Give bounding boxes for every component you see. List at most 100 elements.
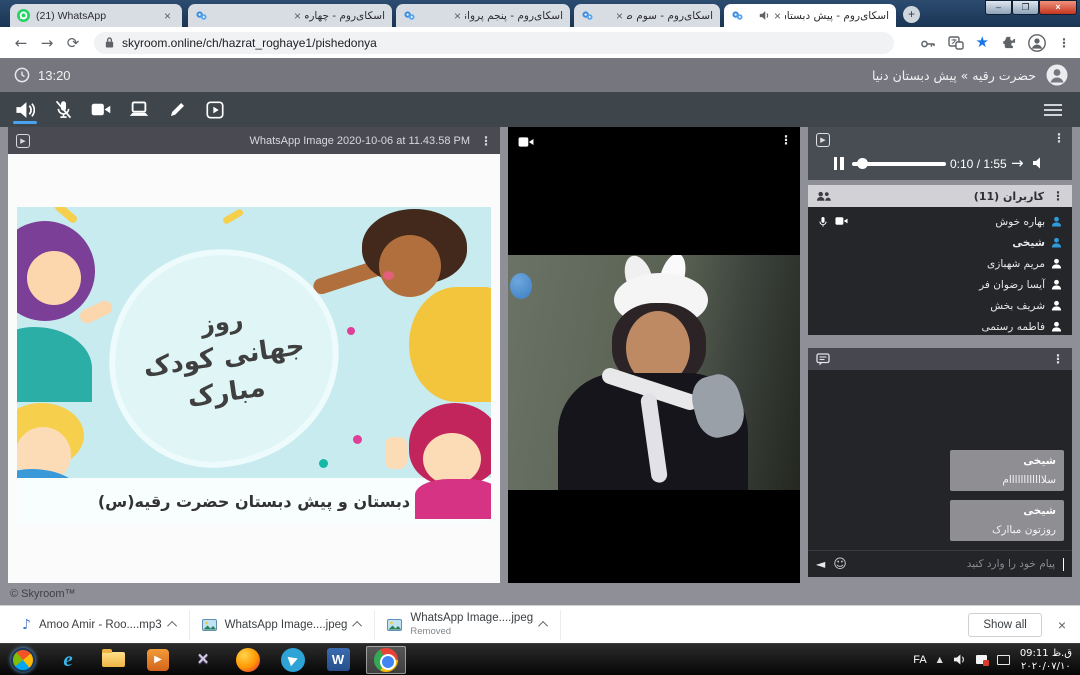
- whiteboard-button[interactable]: [158, 92, 196, 127]
- taskbar-chrome-active[interactable]: [366, 646, 406, 674]
- back-button[interactable]: ←: [8, 34, 34, 52]
- tab-close-icon[interactable]: ×: [164, 10, 171, 22]
- download-file-name: WhatsApp Image....jpeg: [410, 612, 533, 626]
- download-status: Removed: [410, 626, 533, 637]
- tab-skyroom-active[interactable]: × اسکای‌روم - پیش دبستان دنیا: [724, 4, 896, 27]
- password-key-icon[interactable]: [920, 36, 936, 50]
- browser-tab-strip: (21) WhatsApp × × اسکای‌روم - چهارم نسری…: [0, 0, 1080, 27]
- tab-close-icon[interactable]: ×: [294, 10, 301, 22]
- tab-whatsapp[interactable]: (21) WhatsApp ×: [10, 4, 182, 27]
- downloads-close-icon[interactable]: ×: [1058, 617, 1066, 633]
- tray-clock[interactable]: 09:11 ق.ظ ۲۰۲۰/۰۷/۱۰: [1020, 647, 1072, 673]
- user-avatar-icon[interactable]: [1046, 64, 1068, 86]
- user-person-icon: [1051, 321, 1062, 332]
- tab-close-icon[interactable]: ×: [454, 10, 461, 22]
- taskbar-file-explorer[interactable]: [96, 646, 130, 674]
- extensions-puzzle-icon[interactable]: [1001, 35, 1016, 50]
- taskbar-firefox[interactable]: [231, 646, 265, 674]
- window-minimize-button[interactable]: –: [985, 0, 1012, 15]
- taskbar-internet-explorer[interactable]: e: [51, 646, 85, 674]
- skyroom-copyright: © Skyroom™: [10, 588, 76, 600]
- tab-skyroom-2[interactable]: × اسکای‌روم - پنجم پروانه: [396, 4, 570, 27]
- window-maximize-button[interactable]: ❐: [1012, 0, 1039, 15]
- panel-menu-icon[interactable]: ⋮: [1053, 132, 1065, 144]
- download-chevron-icon[interactable]: [167, 621, 177, 631]
- network-display-icon[interactable]: [997, 655, 1010, 665]
- hidden-icons-chevron[interactable]: ▲: [937, 655, 943, 664]
- tray-volume-icon[interactable]: [953, 654, 966, 665]
- new-tab-button[interactable]: +: [903, 6, 920, 23]
- taskbar-media-player[interactable]: ▶: [141, 646, 175, 674]
- download-item-jpeg-1[interactable]: WhatsApp Image....jpeg: [190, 610, 376, 640]
- whatsapp-icon: [17, 9, 30, 22]
- emoji-icon[interactable]: ☺: [833, 557, 847, 572]
- speaker-button[interactable]: [6, 92, 44, 127]
- user-name: مریم شهبازی: [987, 258, 1045, 270]
- panel-menu-icon[interactable]: ⋮: [1052, 353, 1064, 365]
- download-file-name: Amoo Amir - Roo....mp3: [39, 619, 162, 631]
- download-chevron-icon[interactable]: [353, 621, 363, 631]
- lock-icon: [104, 36, 115, 49]
- tab-close-icon[interactable]: ×: [616, 10, 623, 22]
- tab-skyroom-3[interactable]: × اسکای‌روم - سوم صبا: [574, 4, 720, 27]
- tab-skyroom-1[interactable]: × اسکای‌روم - چهارم نسرین: [188, 4, 392, 27]
- greeting-bubble: روز جهانی کودک مبارک: [102, 241, 347, 475]
- reload-button[interactable]: ⟳: [60, 34, 86, 52]
- download-file-name: WhatsApp Image....jpeg: [225, 619, 348, 631]
- word-icon: W: [327, 648, 350, 671]
- download-chevron-icon[interactable]: [538, 621, 548, 631]
- next-track-icon[interactable]: →: [1011, 154, 1024, 172]
- user-row[interactable]: شیخی: [808, 232, 1072, 253]
- browser-menu-icon[interactable]: ⋮: [1058, 37, 1070, 49]
- user-row[interactable]: فاطمه رستمی: [808, 316, 1072, 337]
- microphone-button[interactable]: [44, 92, 82, 127]
- panel-menu-icon[interactable]: ⋮: [1052, 190, 1064, 202]
- show-all-downloads-button[interactable]: Show all: [968, 613, 1041, 637]
- tab-close-icon[interactable]: ×: [774, 10, 781, 22]
- tab-title: اسکای‌روم - پیش دبستان دنیا: [785, 10, 889, 22]
- panel-menu-icon[interactable]: ⋮: [480, 135, 492, 147]
- download-item-mp3[interactable]: ♪ Amoo Amir - Roo....mp3: [10, 610, 190, 640]
- start-button[interactable]: [6, 646, 40, 674]
- player-volume-icon[interactable]: [1032, 157, 1046, 169]
- pause-button[interactable]: [832, 157, 845, 175]
- taskbar-kmplayer[interactable]: ×: [186, 646, 220, 674]
- panel-menu-icon[interactable]: ⋮: [780, 134, 792, 146]
- url-text[interactable]: skyroom.online/ch/hazrat_roghaye1/pished…: [122, 36, 377, 50]
- user-row[interactable]: بهاره خوش: [808, 211, 1072, 232]
- ie-icon: e: [63, 647, 72, 672]
- user-row[interactable]: شریف بخش: [808, 295, 1072, 316]
- taskbar-word[interactable]: W: [321, 646, 355, 674]
- child-cheek: [383, 271, 394, 280]
- forward-button[interactable]: →: [34, 34, 60, 52]
- translate-icon[interactable]: [948, 36, 964, 50]
- user-name: بهاره خوش: [995, 216, 1045, 228]
- video-feed-panel: ⋮: [508, 127, 800, 583]
- screenshare-button[interactable]: [120, 92, 158, 127]
- tray-time: 09:11 ق.ظ: [1020, 647, 1072, 660]
- send-message-icon[interactable]: ◄: [816, 557, 825, 571]
- user-row[interactable]: آیسا رضوان فر: [808, 274, 1072, 295]
- user-row[interactable]: مریم شهبازی: [808, 253, 1072, 274]
- action-center-flag-icon[interactable]: [976, 655, 987, 664]
- profile-avatar-icon[interactable]: [1028, 34, 1046, 52]
- window-close-button[interactable]: ×: [1039, 0, 1077, 15]
- user-name: فاطمه رستمی: [982, 321, 1045, 333]
- chat-message: شیخی سلاااااااااااام: [950, 450, 1064, 491]
- windows-orb-icon: [11, 648, 35, 672]
- language-indicator[interactable]: FA: [913, 654, 926, 666]
- skyroom-favicon: [581, 9, 594, 22]
- webcam-button[interactable]: [82, 92, 120, 127]
- tab-audio-icon[interactable]: [759, 10, 770, 21]
- chat-message-input[interactable]: [855, 558, 1055, 570]
- download-item-jpeg-2[interactable]: WhatsApp Image....jpeg Removed: [375, 610, 561, 640]
- taskbar-telegram[interactable]: [276, 646, 310, 674]
- media-player-button[interactable]: [196, 92, 234, 127]
- speaker-icon: [15, 101, 35, 119]
- camera-icon: [91, 102, 111, 117]
- bookmark-star-icon[interactable]: ★: [976, 35, 989, 50]
- confetti: [347, 327, 355, 335]
- seek-slider-knob[interactable]: [857, 158, 868, 169]
- address-bar[interactable]: skyroom.online/ch/hazrat_roghaye1/pished…: [94, 32, 894, 54]
- hamburger-menu-icon[interactable]: [1044, 101, 1062, 119]
